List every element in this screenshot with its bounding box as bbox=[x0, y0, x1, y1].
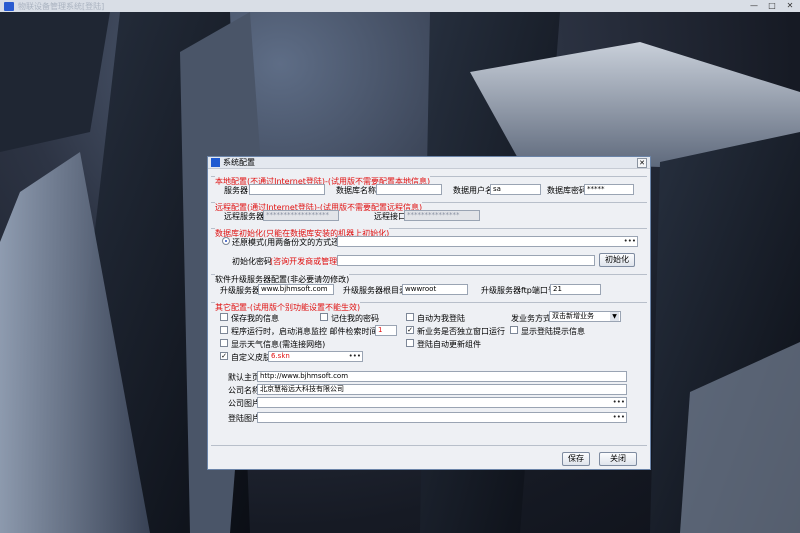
upgrade-root-label: 升级服务器根目录 bbox=[343, 286, 407, 295]
upgrade-port-label: 升级服务器ftp端口号 bbox=[481, 286, 556, 295]
auto-login-checkbox[interactable] bbox=[406, 313, 414, 321]
new-biz-window-checkbox[interactable]: ✓ bbox=[406, 326, 414, 334]
skin-file-input[interactable]: 6.skn ••• bbox=[268, 351, 363, 362]
browse-ellipsis-icon[interactable]: ••• bbox=[624, 237, 636, 245]
other-section-title: 其它配置-(试用版个别功能设置不能生效) bbox=[215, 302, 361, 313]
auto-update-label: 登陆自动更新组件 bbox=[417, 340, 481, 349]
monitor-checkbox[interactable] bbox=[220, 326, 228, 334]
upgrade-server-input[interactable]: www.bjhmsoft.com bbox=[258, 284, 334, 295]
backup-path-input[interactable]: ••• bbox=[337, 236, 638, 247]
remember-pwd-checkbox[interactable] bbox=[320, 313, 328, 321]
app-logo-icon bbox=[4, 1, 14, 11]
minimize-button[interactable]: — bbox=[748, 1, 760, 11]
custom-skin-checkbox[interactable]: ✓ bbox=[220, 352, 228, 360]
dbpwd-label: 数据库密码 bbox=[547, 186, 587, 195]
config-icon bbox=[211, 158, 220, 167]
init-pwd-label: 初始化密码 bbox=[232, 257, 272, 266]
auto-login-label: 自动为我登陆 bbox=[417, 314, 465, 323]
upgrade-root-input[interactable]: wwwroot bbox=[402, 284, 468, 295]
remote-server-label: 远程服务器 bbox=[224, 212, 264, 221]
login-tip-label: 显示登陆提示信息 bbox=[521, 327, 585, 336]
close-window-button[interactable]: ✕ bbox=[784, 1, 796, 11]
footer-divider bbox=[211, 445, 647, 446]
local-config-section: 本地配置(不通过Internet登陆)-(试用版不需要配置本地信息) 服务器 数… bbox=[211, 176, 647, 198]
save-info-checkbox[interactable] bbox=[220, 313, 228, 321]
dbname-label: 数据库名称 bbox=[336, 186, 376, 195]
send-mode-select[interactable]: 双击新增业务 ▼ bbox=[549, 311, 621, 322]
system-config-dialog: 系统配置 ✕ 本地配置(不通过Internet登陆)-(试用版不需要配置本地信息… bbox=[207, 156, 651, 470]
weather-checkbox[interactable] bbox=[220, 339, 228, 347]
other-config-section: 其它配置-(试用版个别功能设置不能生效) 保存我的信息 记住我的密码 自动为我登… bbox=[211, 302, 647, 436]
restore-mode-radio[interactable] bbox=[222, 237, 230, 245]
close-button[interactable]: 关闭 bbox=[599, 452, 637, 466]
dialog-titlebar: 系统配置 ✕ bbox=[208, 157, 650, 169]
homepage-input[interactable]: http://www.bjhmsoft.com bbox=[257, 371, 627, 382]
server-input[interactable] bbox=[249, 184, 325, 195]
dialog-title: 系统配置 bbox=[223, 158, 255, 167]
maximize-button[interactable]: □ bbox=[766, 1, 778, 11]
company-label: 公司名称 bbox=[228, 386, 260, 395]
server-label: 服务器 bbox=[224, 186, 248, 195]
skin-browse-icon[interactable]: ••• bbox=[349, 352, 361, 360]
company-img-input[interactable]: ••• bbox=[257, 397, 627, 408]
company-img-label: 公司图片 bbox=[228, 399, 260, 408]
dialog-close-button[interactable]: ✕ bbox=[637, 158, 647, 168]
upgrade-port-input[interactable]: 21 bbox=[550, 284, 601, 295]
dbpwd-input[interactable]: ***** bbox=[584, 184, 634, 195]
init-button[interactable]: 初始化 bbox=[599, 253, 635, 267]
monitor-label: 程序运行时，启动消息监控 邮件检索时间(分) bbox=[231, 327, 392, 336]
upgrade-section: 软件升级服务器配置(非必要请勿修改) 升级服务器 www.bjhmsoft.co… bbox=[211, 274, 647, 298]
remote-port-input[interactable]: *************** bbox=[404, 210, 480, 221]
init-pwd-input[interactable] bbox=[337, 255, 595, 266]
app-title: 物联设备管理系统[登陆] bbox=[18, 1, 105, 11]
homepage-label: 默认主页 bbox=[228, 373, 260, 382]
mail-interval-input[interactable]: 1 bbox=[375, 325, 397, 336]
send-mode-label: 发业务方式 bbox=[511, 314, 551, 323]
login-img-label: 登陆图片 bbox=[228, 414, 260, 423]
auto-update-checkbox[interactable] bbox=[406, 339, 414, 347]
remote-config-section: 远程配置(通过Internet登陆)-(试用版不需要配置远程信息) 远程服务器 … bbox=[211, 202, 647, 224]
login-img-browse-icon[interactable]: ••• bbox=[613, 413, 625, 421]
remote-port-label: 远程接口 bbox=[374, 212, 406, 221]
db-init-section: 数据库初始化(只能在数据库安装的机器上初始化) 还原模式(用两备份文的方式还原)… bbox=[211, 228, 647, 268]
company-img-browse-icon[interactable]: ••• bbox=[613, 398, 625, 406]
weather-label: 显示天气信息(需连接网络) bbox=[231, 340, 326, 349]
custom-skin-label: 自定义皮肤 bbox=[231, 353, 271, 362]
restore-mode-label: 还原模式(用两备份文的方式还原) bbox=[232, 238, 351, 247]
company-input[interactable]: 北京慧裕远大科技有限公司 bbox=[257, 384, 627, 395]
dbuser-input[interactable]: sa bbox=[490, 184, 541, 195]
save-info-label: 保存我的信息 bbox=[231, 314, 279, 323]
upgrade-server-label: 升级服务器 bbox=[220, 286, 260, 295]
new-biz-window-label: 新业务是否独立窗口运行 bbox=[417, 327, 505, 336]
dbuser-label: 数据用户名 bbox=[453, 186, 493, 195]
dropdown-arrow-icon: ▼ bbox=[610, 312, 619, 321]
save-button[interactable]: 保存 bbox=[562, 452, 590, 466]
remote-server-input[interactable]: ****************** bbox=[263, 210, 339, 221]
remember-pwd-label: 记住我的密码 bbox=[331, 314, 379, 323]
login-tip-checkbox[interactable] bbox=[510, 326, 518, 334]
dbname-input[interactable] bbox=[376, 184, 442, 195]
app-titlebar: 物联设备管理系统[登陆] — □ ✕ bbox=[0, 0, 800, 12]
login-img-input[interactable]: ••• bbox=[257, 412, 627, 423]
app-window: 物联设备管理系统[登陆] — □ ✕ 系统配置 ✕ 本地配置(不通过Intern… bbox=[0, 0, 800, 533]
